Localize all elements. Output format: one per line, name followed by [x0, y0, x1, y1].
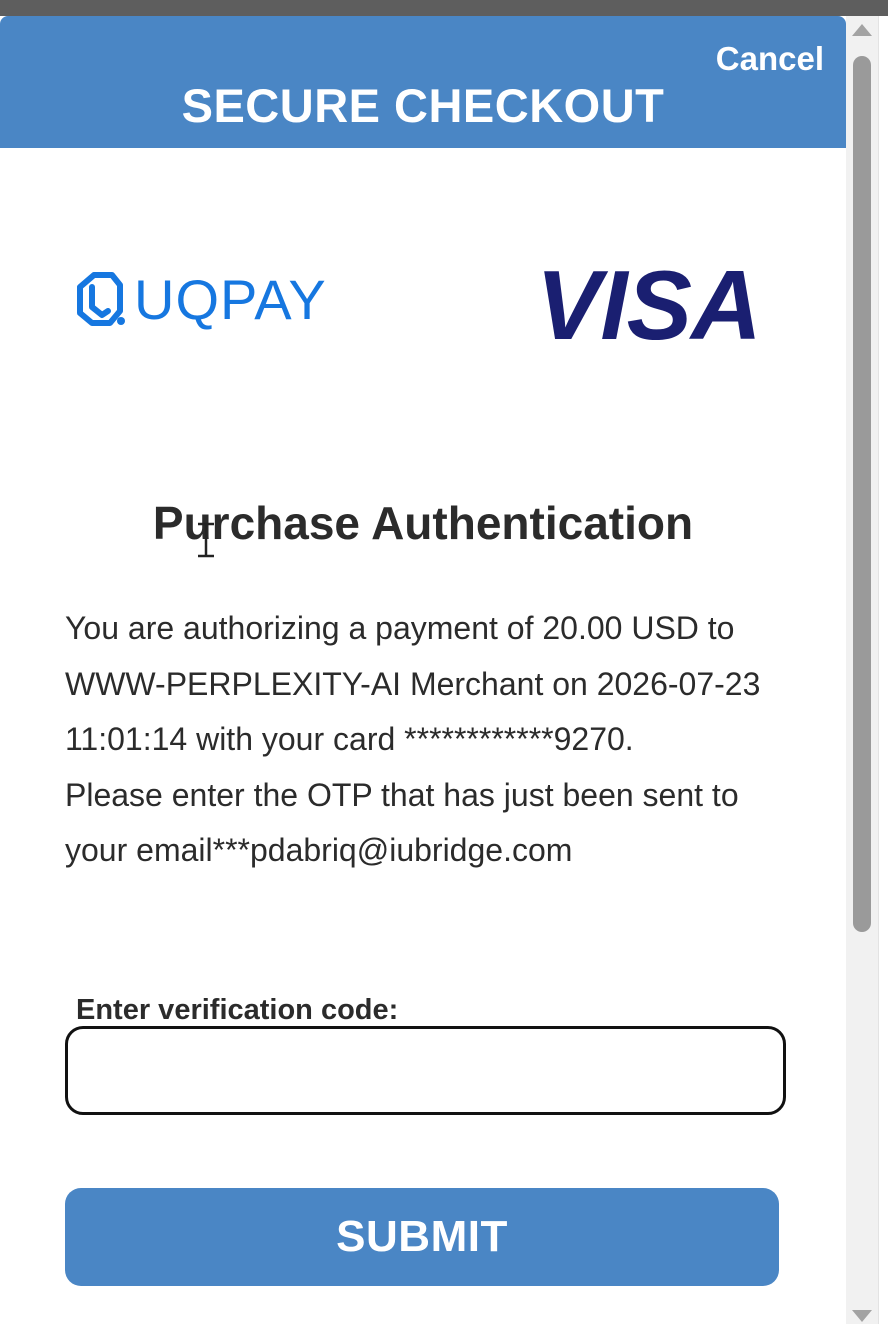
arrow-down-icon[interactable]	[852, 1310, 872, 1322]
scrollbar[interactable]	[846, 16, 878, 1324]
page-title: Purchase Authentication	[152, 497, 694, 549]
top-strip	[0, 0, 888, 16]
submit-button[interactable]: SUBMIT	[65, 1188, 779, 1286]
arrow-up-icon[interactable]	[852, 24, 872, 36]
uqpay-logo-icon	[77, 272, 125, 326]
cancel-button[interactable]: Cancel	[716, 40, 824, 78]
checkout-modal: Cancel SECURE CHECKOUT UQPAY VISA Purcha…	[0, 16, 846, 1324]
browser-frame: Cancel SECURE CHECKOUT UQPAY VISA Purcha…	[0, 0, 888, 1324]
verification-code-input[interactable]	[65, 1026, 786, 1115]
text-cursor-icon	[198, 522, 214, 558]
background-page-edge	[878, 16, 888, 1324]
modal-header: Cancel SECURE CHECKOUT	[0, 16, 846, 148]
authorization-message: You are authorizing a payment of 20.00 U…	[65, 601, 795, 879]
uqpay-logo: UQPAY	[74, 270, 327, 330]
scrollbar-thumb[interactable]	[853, 56, 871, 932]
visa-logo: VISA	[536, 250, 762, 360]
uqpay-wordmark: UQPAY	[134, 268, 327, 331]
verification-code-label: Enter verification code:	[76, 994, 399, 1026]
logo-row: UQPAY VISA	[0, 256, 846, 356]
otp-instruction-text: Please enter the OTP that has just been …	[65, 776, 739, 869]
payment-details-text: You are authorizing a payment of 20.00 U…	[65, 610, 761, 757]
header-title: SECURE CHECKOUT	[181, 79, 665, 132]
